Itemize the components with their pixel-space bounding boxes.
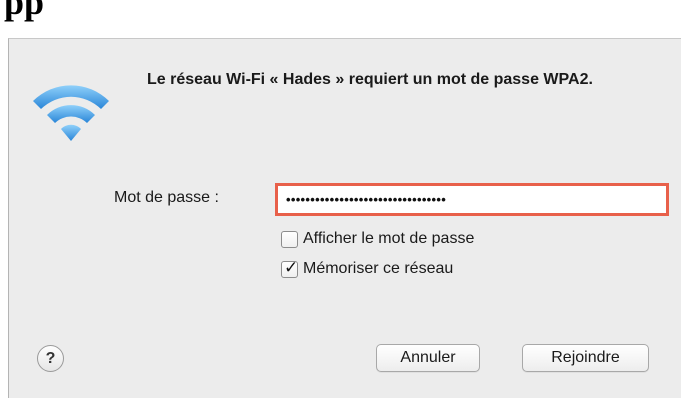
remember-network-checkbox[interactable]: ✓ [281, 257, 299, 278]
wifi-icon [33, 85, 109, 141]
password-input[interactable]: ••••••••••••••••••••••••••••••••• [275, 183, 669, 216]
show-password-label[interactable]: Afficher le mot de passe [303, 230, 474, 248]
help-button[interactable]: ? [37, 345, 64, 372]
show-password-checkbox[interactable] [281, 230, 298, 248]
dialog-message: Le réseau Wi-Fi « Hades » requiert un mo… [147, 71, 593, 88]
screenshot-stage: pp Le réseau Wi-Fi « Hades » requiert un… [0, 0, 681, 398]
remember-network-label[interactable]: Mémoriser ce réseau [303, 260, 453, 278]
checkmark-icon: ✓ [284, 257, 299, 277]
cancel-button[interactable]: Annuler [376, 344, 480, 372]
question-mark-icon: ? [45, 350, 56, 367]
join-button[interactable]: Rejoindre [522, 344, 649, 372]
show-password-option[interactable]: Afficher le mot de passe [281, 230, 474, 248]
wifi-password-dialog: Le réseau Wi-Fi « Hades » requiert un mo… [8, 38, 681, 398]
remember-network-option[interactable]: ✓ Mémoriser ce réseau [281, 257, 453, 278]
password-label: Mot de passe : [114, 189, 219, 206]
cropped-heading-text: pp [4, 0, 45, 22]
